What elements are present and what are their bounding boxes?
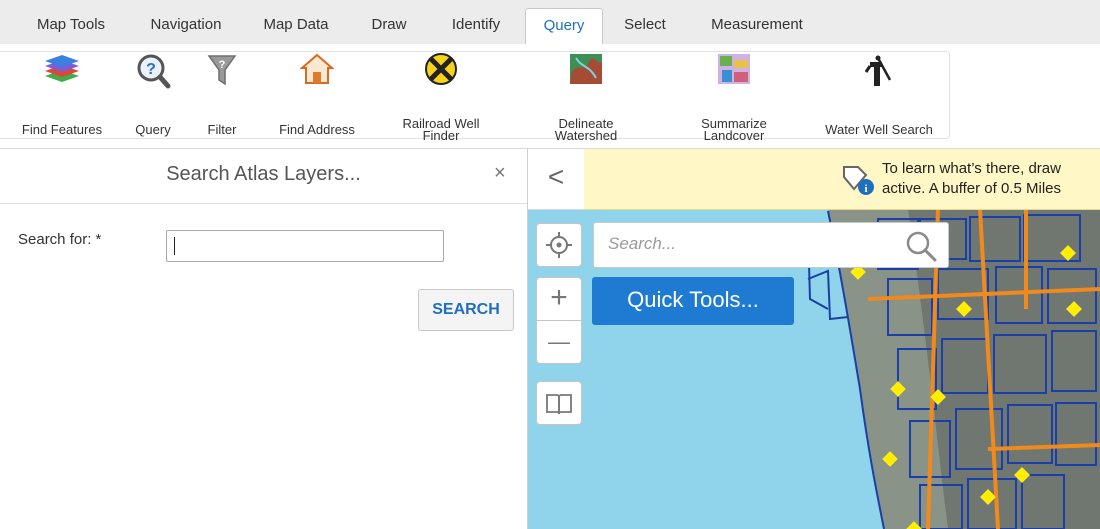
svg-text:?: ? — [146, 61, 156, 78]
railroad-crossing-icon — [425, 53, 457, 85]
find-features-button[interactable]: Find Features — [4, 52, 120, 140]
banner-text: To learn what’s there, draw active. A bu… — [882, 159, 1082, 199]
search-atlas-panel: Search Atlas Layers... × Search for: * S… — [0, 149, 528, 529]
info-tag-icon: i — [843, 166, 874, 195]
text-cursor — [174, 237, 175, 255]
search-for-input[interactable] — [166, 230, 444, 262]
map-view[interactable]: < i To learn what’s there, draw active. … — [528, 149, 1100, 529]
tab-measurement[interactable]: Measurement — [696, 8, 818, 44]
collapse-panel-button[interactable]: < — [528, 149, 585, 210]
bookmarks-button[interactable] — [536, 381, 582, 425]
close-icon[interactable]: × — [494, 162, 506, 185]
banner-line-1: To learn what’s there, draw — [882, 160, 1061, 177]
search-icon[interactable] — [904, 229, 938, 263]
ribbon-tab-bar: Map Tools Navigation Map Data Draw Ident… — [0, 0, 1100, 45]
quick-tools-button[interactable]: Quick Tools... — [592, 277, 794, 325]
tab-draw[interactable]: Draw — [358, 8, 420, 44]
filter-label: Filter — [207, 122, 237, 137]
delineate-watershed-label: Delineate Watershed — [554, 116, 618, 143]
delineate-watershed-button[interactable]: Delineate Watershed — [534, 52, 638, 143]
water-well-search-button[interactable]: Water Well Search — [808, 52, 950, 140]
panel-title: Search Atlas Layers... — [166, 163, 361, 185]
map-search-placeholder: Search... — [608, 234, 677, 253]
tab-map-tools[interactable]: Map Tools — [14, 8, 128, 44]
funnel-icon: ? — [207, 55, 237, 86]
search-button[interactable]: SEARCH — [418, 289, 514, 331]
railroad-well-finder-label: Railroad Well Finder — [402, 116, 480, 143]
tab-navigation[interactable]: Navigation — [134, 8, 238, 44]
zoom-in-button[interactable]: + — [536, 277, 582, 321]
layers-icon — [45, 55, 79, 82]
watershed-map-icon — [570, 54, 602, 84]
railroad-well-finder-button[interactable]: Railroad Well Finder — [384, 52, 498, 143]
tab-query[interactable]: Query — [525, 8, 603, 44]
summarize-landcover-label: Summarize Landcover — [701, 116, 767, 143]
tab-map-data[interactable]: Map Data — [250, 8, 342, 44]
summarize-landcover-button[interactable]: Summarize Landcover — [682, 52, 786, 143]
search-for-label: Search for: * — [18, 231, 102, 248]
house-icon — [300, 53, 334, 84]
water-pump-icon — [864, 55, 892, 86]
zoom-out-button[interactable]: — — [536, 320, 582, 364]
query-ribbon: Find Features ? Query ? Filter Find Addr… — [0, 44, 1100, 149]
banner-line-2: active. A buffer of 0.5 Miles — [882, 180, 1061, 197]
water-well-search-label: Water Well Search — [825, 122, 933, 137]
query-button[interactable]: ? Query — [124, 52, 182, 140]
book-icon — [546, 394, 572, 415]
find-address-label: Find Address — [279, 122, 355, 137]
filter-button[interactable]: ? Filter — [196, 52, 248, 140]
magnifier-question-icon: ? — [137, 54, 171, 89]
info-banner: i To learn what’s there, draw active. A … — [584, 149, 1100, 210]
tab-identify[interactable]: Identify — [436, 8, 516, 44]
svg-text:?: ? — [219, 59, 226, 71]
find-features-label: Find Features — [21, 122, 103, 137]
tab-select[interactable]: Select — [612, 8, 678, 44]
panel-header: Search Atlas Layers... × — [0, 149, 527, 204]
find-address-button[interactable]: Find Address — [266, 52, 368, 140]
landcover-map-icon — [718, 54, 750, 84]
crosshair-icon — [546, 232, 572, 258]
query-label: Query — [135, 122, 171, 137]
locate-button[interactable] — [536, 223, 582, 267]
map-search-box[interactable]: Search... — [593, 222, 949, 268]
svg-text:i: i — [864, 183, 867, 195]
